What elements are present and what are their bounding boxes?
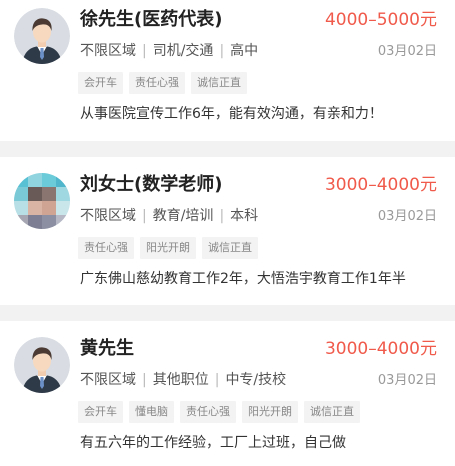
salary-range: 3000–4000元: [324, 339, 437, 359]
candidate-meta: 不限区域 | 教育/培训 | 本科: [80, 206, 258, 226]
male-avatar-icon: [14, 8, 70, 64]
candidate-list: 徐先生(医药代表) 4000–5000元 不限区域 | 司机/交通 | 高中 03月02…: [0, 0, 455, 466]
candidate-description: 有五六年的工作经验，工厂上过班，自己做: [80, 435, 346, 451]
salary-range: 3000–4000元: [324, 175, 437, 195]
meta-position: 教育/培训: [152, 208, 214, 224]
candidate-meta: 不限区域 | 其他职位 | 中专/技校: [80, 370, 286, 390]
meta-region: 不限区域: [80, 43, 136, 59]
meta-position: 司机/交通: [152, 43, 214, 59]
meta-divider: |: [142, 208, 147, 224]
candidate-card[interactable]: 徐先生(医药代表) 4000–5000元 不限区域 | 司机/交通 | 高中 03月02…: [0, 0, 455, 141]
post-date: 03月02日: [377, 373, 437, 388]
salary-range: 4000–5000元: [324, 10, 437, 30]
blurred-photo-avatar: [14, 173, 70, 229]
candidate-name: 刘女士(数学老师): [80, 174, 223, 195]
skill-tag: 会开车: [78, 72, 123, 94]
candidate-description: 广东佛山慈幼教育工作2年，大悟浩宇教育工作1年半: [80, 271, 406, 287]
post-date: 03月02日: [377, 44, 437, 59]
skill-tag: 阳光开朗: [140, 237, 196, 259]
skill-tag: 会开车: [78, 401, 123, 423]
skill-tag: 阳光开朗: [242, 401, 298, 423]
skill-tag: 责任心强: [78, 237, 134, 259]
meta-position: 其他职位: [152, 372, 209, 388]
meta-region: 不限区域: [80, 372, 136, 388]
skill-tag: 责任心强: [180, 401, 236, 423]
meta-region: 不限区域: [80, 208, 136, 224]
skill-tag: 责任心强: [129, 72, 185, 94]
tag-list: 责任心强 阳光开朗 诚信正直: [78, 237, 258, 259]
meta-divider: |: [219, 43, 225, 59]
candidate-card[interactable]: 刘女士(数学老师) 3000–4000元 不限区域 | 教育/培训 | 本科 03月02…: [0, 157, 455, 305]
candidate-card[interactable]: 黄先生 3000–4000元 不限区域 | 其他职位 | 中专/技校 03月02日 会开…: [0, 321, 455, 466]
post-date: 03月02日: [377, 209, 437, 224]
meta-education: 中专/技校: [225, 372, 287, 388]
meta-divider: |: [142, 372, 147, 388]
skill-tag: 诚信正直: [202, 237, 258, 259]
skill-tag: 诚信正直: [191, 72, 247, 94]
male-avatar-icon: [14, 337, 70, 393]
tag-list: 会开车 责任心强 诚信正直: [78, 72, 247, 94]
meta-divider: |: [219, 208, 225, 224]
candidate-meta: 不限区域 | 司机/交通 | 高中: [80, 41, 258, 61]
meta-education: 本科: [230, 208, 259, 224]
tag-list: 会开车 懂电脑 责任心强 阳光开朗 诚信正直: [78, 401, 360, 423]
candidate-name: 黄先生: [80, 338, 134, 359]
meta-divider: |: [142, 43, 147, 59]
skill-tag: 诚信正直: [304, 401, 360, 423]
meta-education: 高中: [230, 43, 259, 59]
candidate-description: 从事医院宣传工作6年，能有效沟通，有亲和力！: [80, 106, 383, 122]
meta-divider: |: [214, 372, 220, 388]
skill-tag: 懂电脑: [129, 401, 174, 423]
candidate-name: 徐先生(医药代表): [80, 9, 223, 30]
